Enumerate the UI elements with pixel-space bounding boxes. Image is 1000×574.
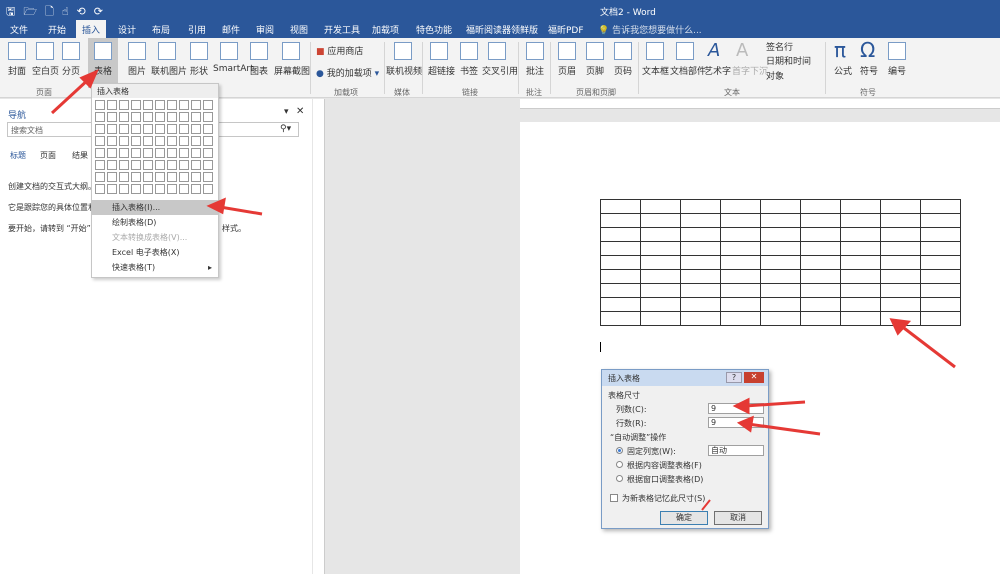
arrow-head bbox=[206, 197, 226, 215]
arrow-head bbox=[736, 415, 754, 433]
arrow-to-table-button bbox=[50, 76, 92, 115]
arrow-to-doc-table bbox=[899, 323, 956, 369]
annotation-arrows bbox=[50, 69, 956, 511]
arrow-head bbox=[732, 397, 750, 415]
arrow-to-cols bbox=[744, 400, 806, 408]
arrow-to-rows bbox=[747, 422, 821, 436]
arrow-to-ok bbox=[701, 499, 711, 511]
arrow-to-insert-table bbox=[219, 205, 263, 216]
